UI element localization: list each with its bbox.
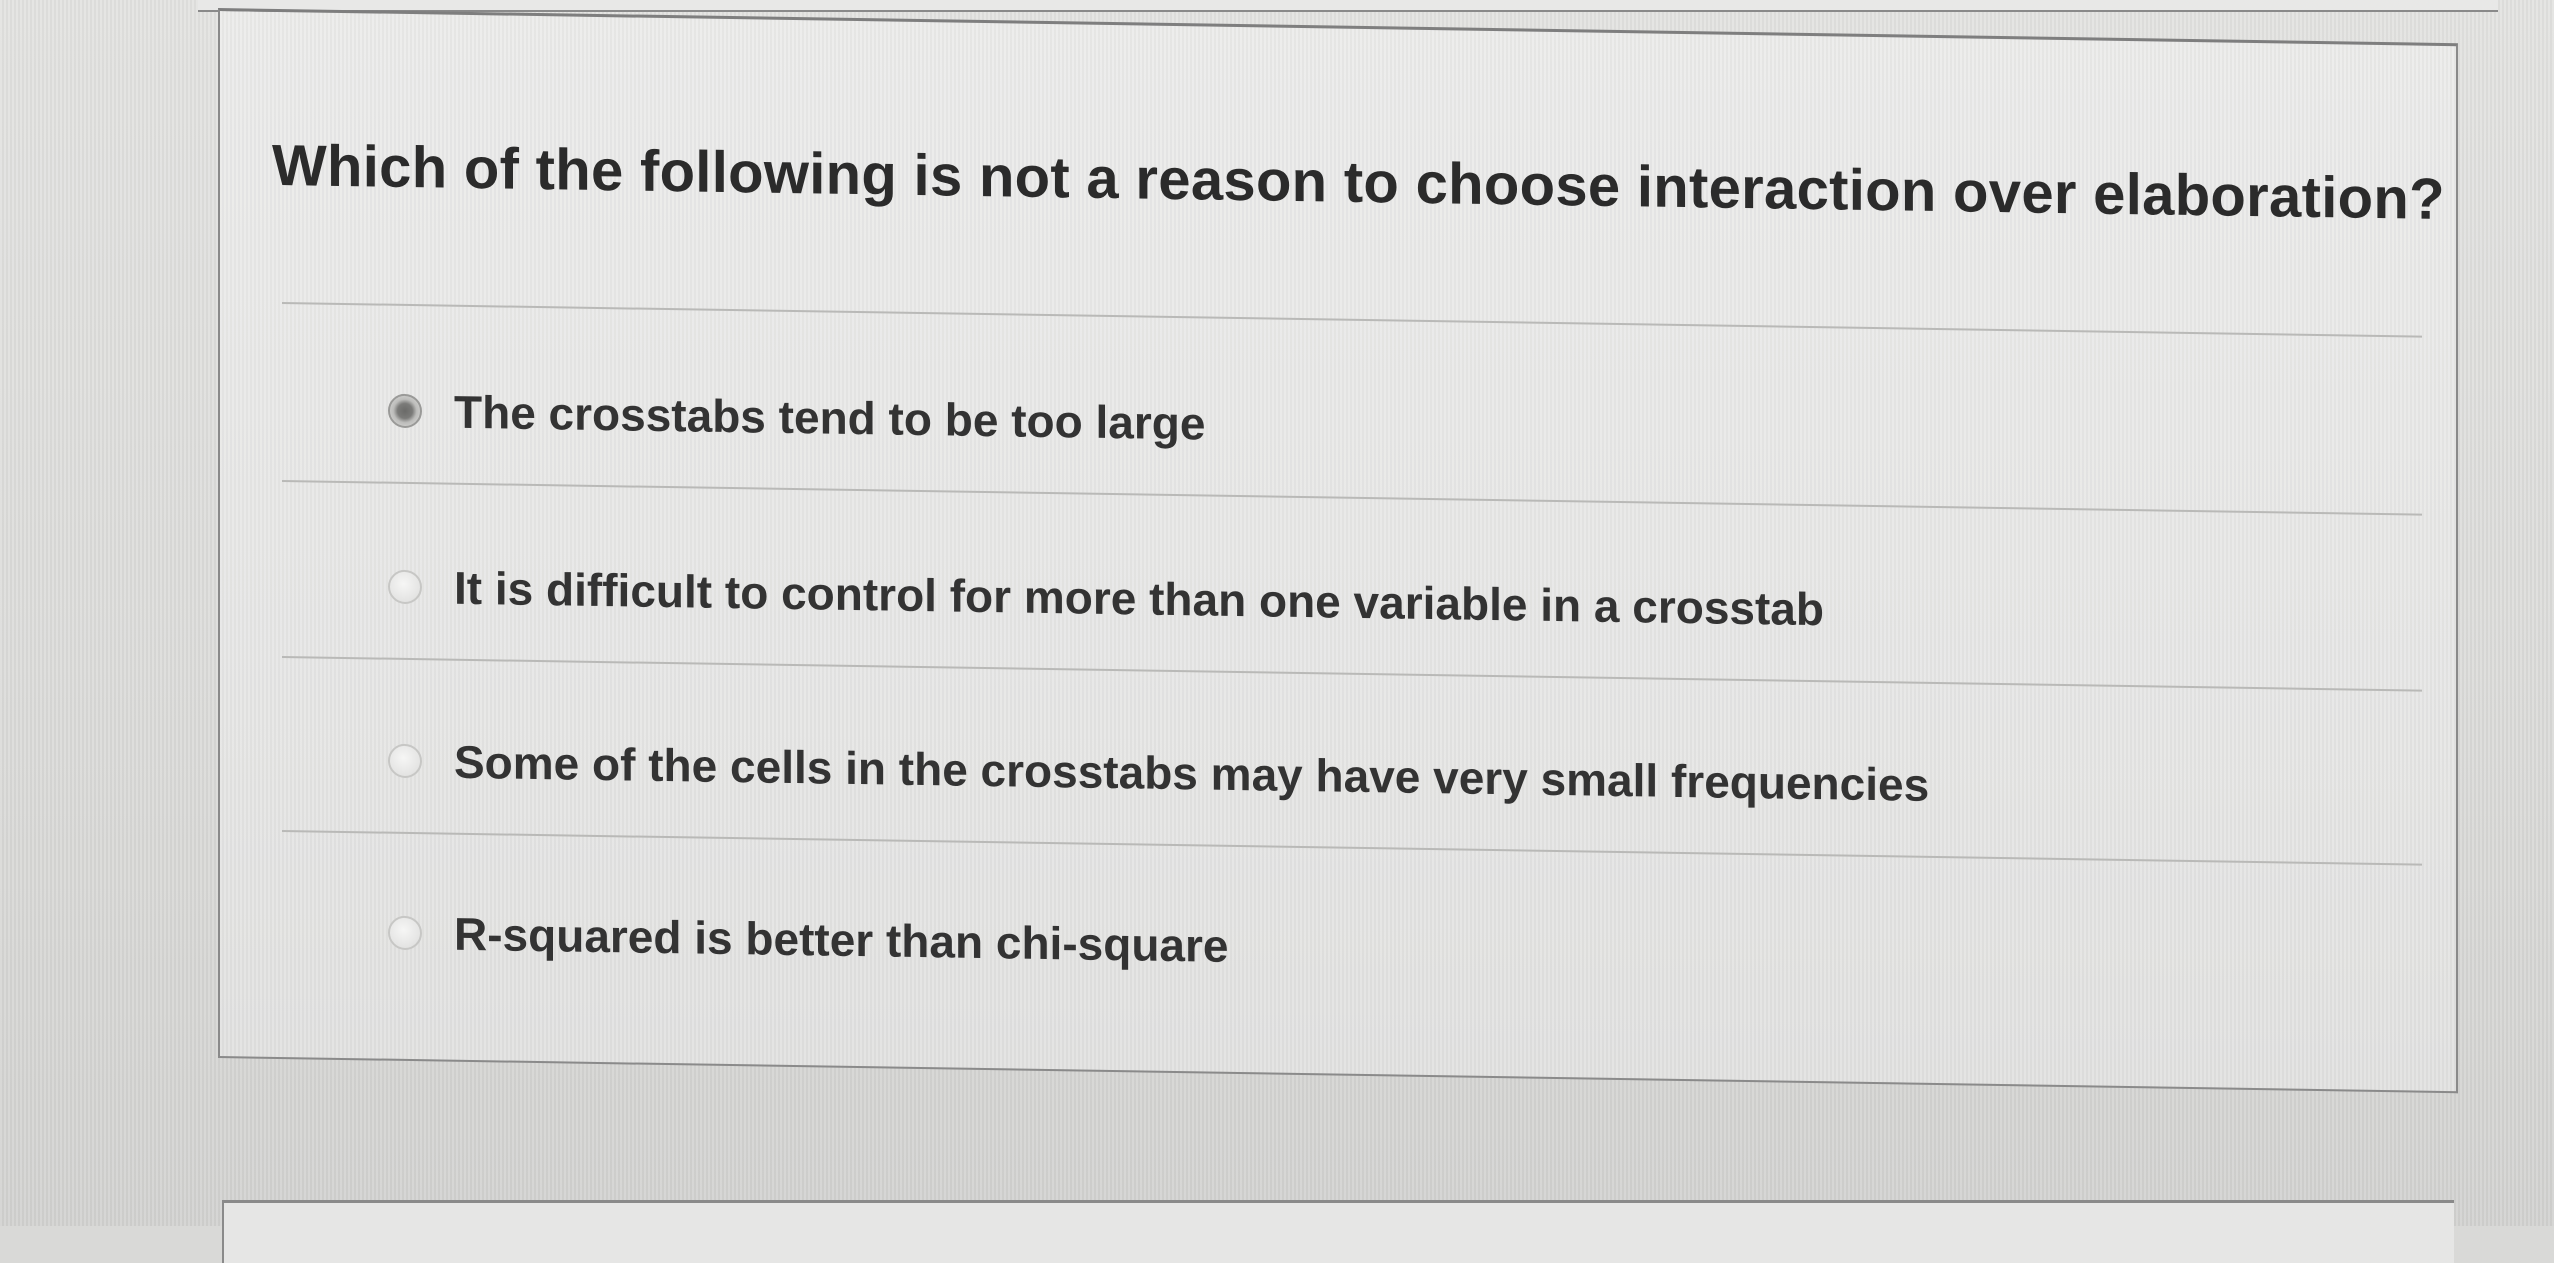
previous-card-edge bbox=[198, 0, 2498, 12]
next-card-edge bbox=[222, 1200, 2454, 1263]
radio-button[interactable] bbox=[388, 743, 422, 779]
divider bbox=[282, 480, 2422, 516]
divider bbox=[282, 656, 2422, 692]
divider bbox=[282, 302, 2422, 338]
divider bbox=[282, 830, 2422, 866]
answer-option-4[interactable]: R-squared is better than chi-square bbox=[388, 888, 1229, 991]
option-label: Some of the cells in the crosstabs may h… bbox=[454, 735, 1930, 811]
answer-option-1[interactable]: The crosstabs tend to be too large bbox=[388, 366, 1205, 469]
answer-option-2[interactable]: It is difficult to control for more than… bbox=[388, 542, 1824, 655]
question-text: Which of the following is not a reason t… bbox=[272, 132, 2445, 232]
radio-button[interactable] bbox=[388, 569, 422, 605]
radio-button[interactable] bbox=[388, 915, 422, 951]
radio-button-selected[interactable] bbox=[388, 393, 422, 429]
question-card: Which of the following is not a reason t… bbox=[218, 8, 2458, 1094]
answer-option-3[interactable]: Some of the cells in the crosstabs may h… bbox=[388, 716, 1929, 830]
option-label: The crosstabs tend to be too large bbox=[454, 385, 1206, 450]
option-label: R-squared is better than chi-square bbox=[454, 907, 1229, 972]
option-label: It is difficult to control for more than… bbox=[454, 561, 1824, 636]
